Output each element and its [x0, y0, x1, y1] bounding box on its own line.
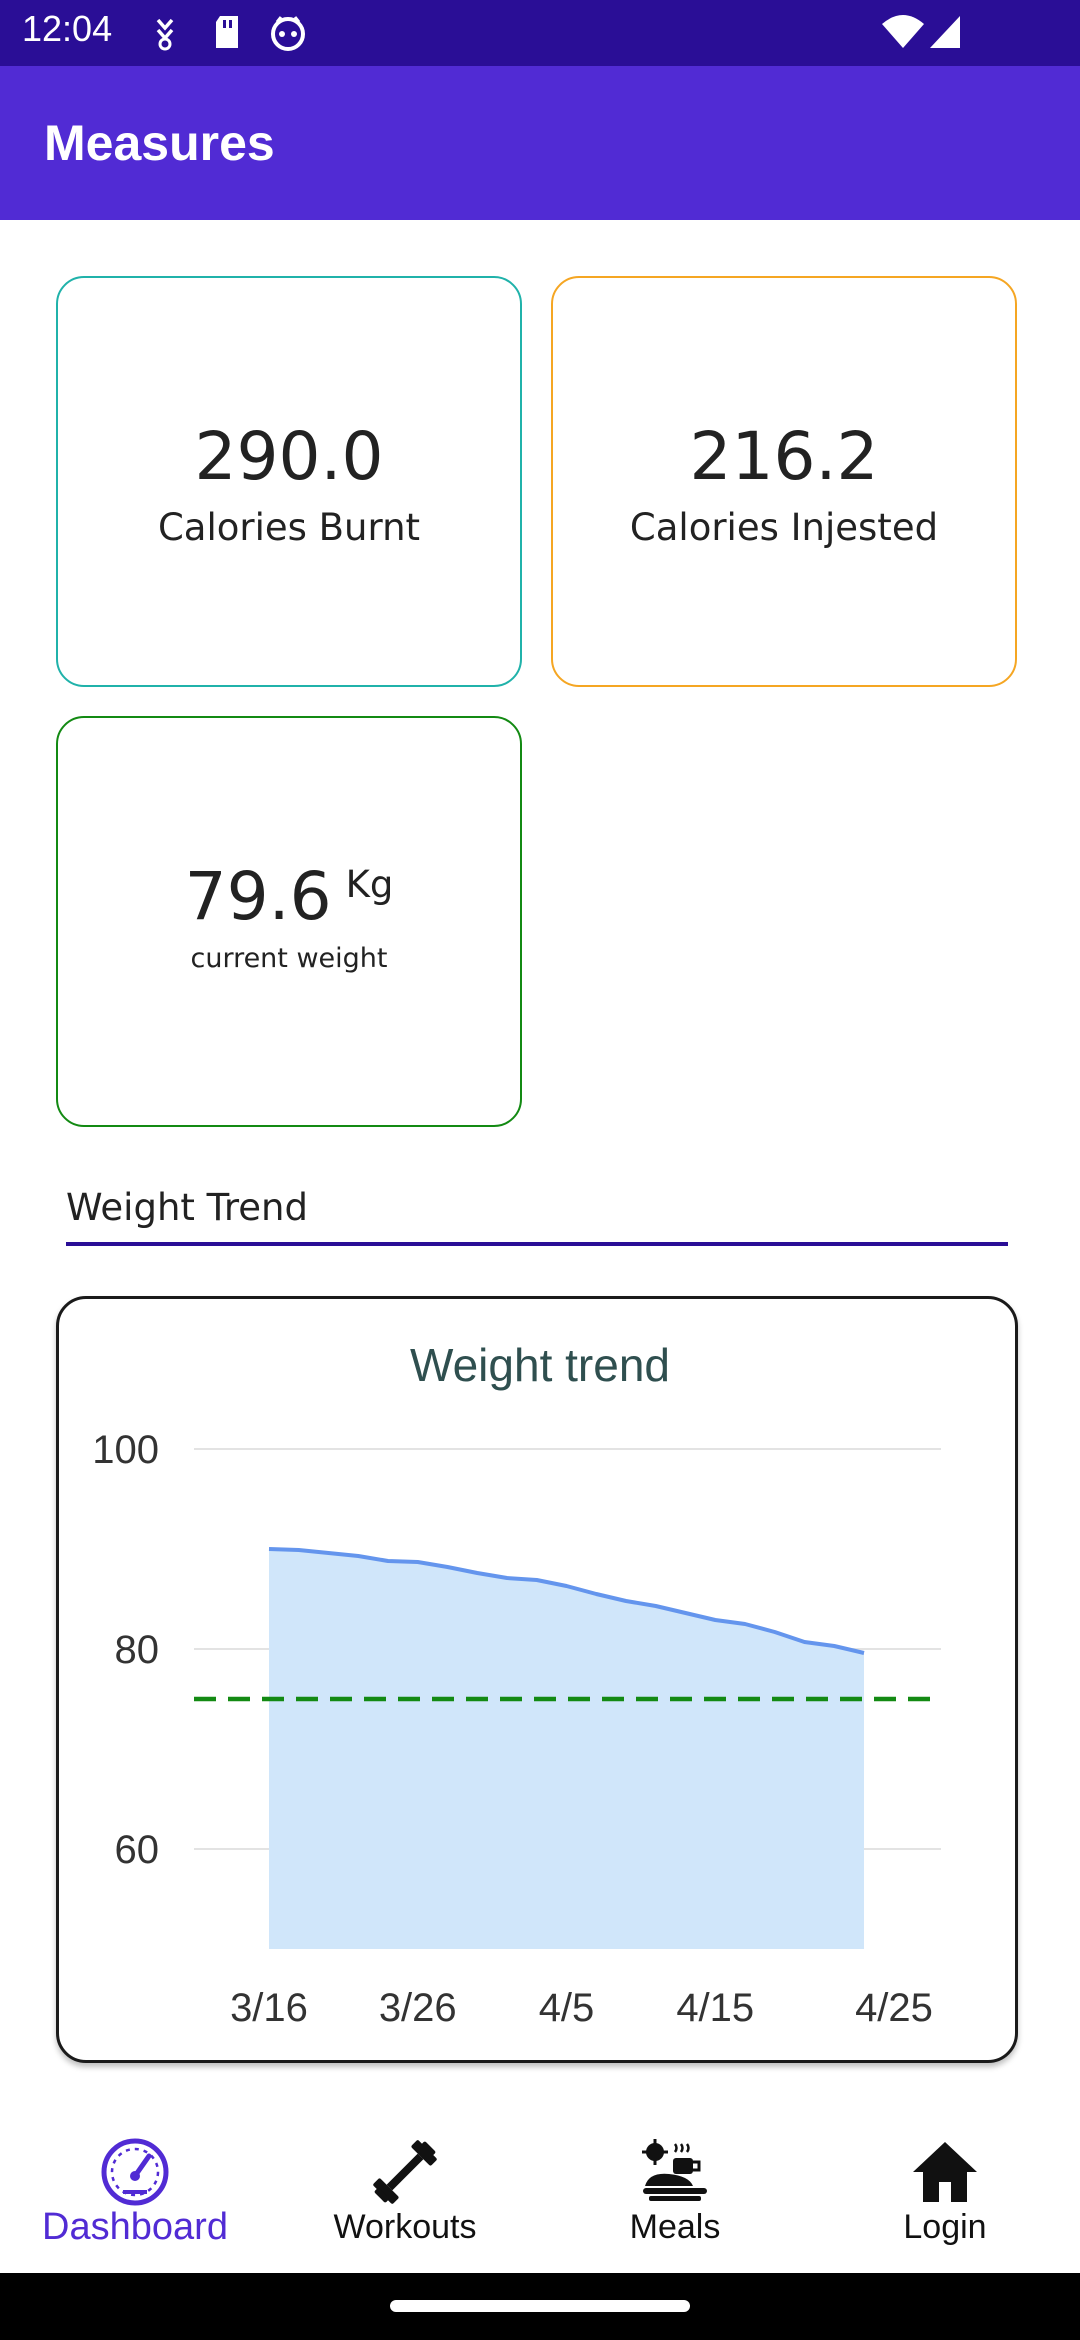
- tab-meals-label: Meals: [629, 2208, 721, 2246]
- weight-trend-section-title: Weight Trend: [66, 1186, 308, 1229]
- home-icon: [913, 2142, 977, 2202]
- calories-burnt-label: Calories Burnt: [157, 506, 421, 549]
- tab-dashboard[interactable]: Dashboard: [0, 2108, 270, 2273]
- weight-row: 79.6 Kg: [58, 858, 520, 935]
- android-face-icon: [271, 16, 305, 51]
- x-tick-label: 4/5: [539, 1986, 595, 2030]
- x-tick-label: 3/16: [230, 1986, 308, 2030]
- tab-meals[interactable]: Meals: [540, 2108, 810, 2273]
- weight-trend-chart-card: Weight trend 100 80 60 3/16 3/26 4/5 4/15 4/25: [56, 1296, 1018, 2063]
- page-title: Measures: [44, 115, 275, 171]
- dashboard-gauge-icon: [101, 2138, 169, 2206]
- signal-icon: [930, 16, 960, 48]
- status-time: 12:04: [22, 8, 113, 49]
- y-tick-label: 80: [115, 1628, 160, 1672]
- data-saver-icon: [156, 18, 174, 51]
- gesture-navigation-bar: [0, 2273, 1080, 2340]
- app-bar: Measures: [0, 66, 1080, 220]
- tab-workouts[interactable]: Workouts: [270, 2108, 540, 2273]
- home-gesture-handle[interactable]: [390, 2300, 690, 2312]
- tab-login[interactable]: Login: [810, 2108, 1080, 2273]
- y-tick-label: 100: [92, 1428, 159, 1472]
- wifi-icon: [882, 15, 924, 48]
- x-tick-label: 3/26: [379, 1986, 457, 2030]
- x-tick-label: 4/25: [855, 1986, 933, 2030]
- section-underline: [66, 1242, 1008, 1246]
- calories-ingested-card: 216.2 Calories Injested: [551, 276, 1017, 687]
- x-tick-label: 4/15: [676, 1986, 754, 2030]
- tab-dashboard-label: Dashboard: [42, 2206, 228, 2248]
- tab-workouts-label: Workouts: [333, 2208, 477, 2246]
- dumbbell-icon: [373, 2140, 437, 2204]
- weight-label: current weight: [190, 943, 388, 974]
- weight-unit: Kg: [345, 863, 394, 906]
- calories-burnt-card: 290.0 Calories Burnt: [56, 276, 522, 687]
- tab-login-label: Login: [903, 2208, 987, 2246]
- sd-card-icon: [216, 16, 238, 48]
- status-bar: 12:04: [0, 0, 1080, 66]
- calories-burnt-value: 290.0: [194, 418, 384, 495]
- chart-title: Weight trend: [410, 1339, 670, 1391]
- weight-area-fill: [269, 1549, 864, 1949]
- bottom-navigation: Dashboard Workouts Meals Login: [0, 2108, 1080, 2273]
- meal-icon: [642, 2139, 707, 2201]
- weight-trend-chart: Weight trend 100 80 60 3/16 3/26 4/5 4/15 4/25: [92, 1339, 941, 2030]
- current-weight-card: 79.6 Kg current weight: [56, 716, 522, 1127]
- weight-value: 79.6: [184, 858, 332, 935]
- y-tick-label: 60: [115, 1828, 160, 1872]
- calories-ingested-value: 216.2: [689, 418, 879, 495]
- calories-ingested-label: Calories Injested: [629, 506, 939, 549]
